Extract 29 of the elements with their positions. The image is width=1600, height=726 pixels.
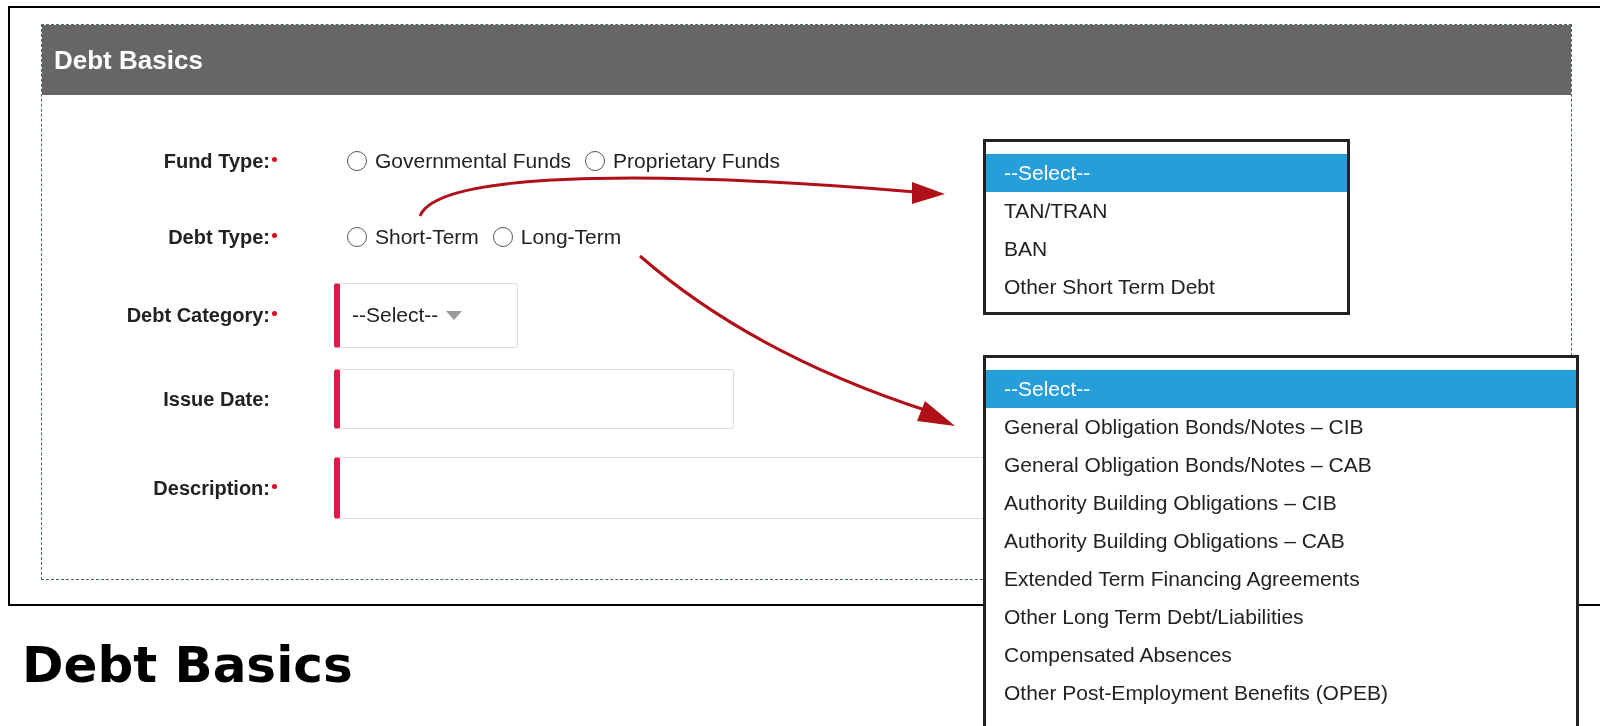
radio-label[interactable]: Governmental Funds: [375, 145, 572, 177]
caret-icon: [446, 310, 463, 320]
select-field[interactable]: --Select--: [334, 282, 518, 348]
dropdown-option[interactable]: Authority Building Obligations – CAB: [986, 522, 1576, 560]
dropdown-option[interactable]: BAN: [986, 230, 1347, 268]
radio-button[interactable]: [347, 151, 367, 171]
field-label: Description:: [153, 476, 270, 501]
radio-button[interactable]: [492, 227, 513, 247]
field-label: Debt Category:: [126, 303, 270, 328]
dropdown-option[interactable]: General Obligation Bonds/Notes – CAB: [986, 446, 1576, 484]
dropdown-option[interactable]: Compensated Absences: [986, 636, 1576, 674]
dropdown-option[interactable]: Other Long Term Debt/Liabilities: [986, 598, 1576, 636]
dropdown-option[interactable]: General Obligation Bonds/Notes – CIB: [986, 408, 1576, 446]
dropdown-option[interactable]: Other Short Term Debt: [986, 268, 1347, 306]
dropdown-option[interactable]: Other Post-Employment Benefits (OPEB): [986, 674, 1576, 712]
dropdown-option[interactable]: Extended Term Financing Agreements: [986, 560, 1576, 598]
dropdown-option[interactable]: Authority Building Obligations – CIB: [986, 484, 1576, 522]
dropdown-option[interactable]: TAN/TRAN: [986, 192, 1347, 230]
radio-button[interactable]: [585, 151, 606, 171]
page-heading: Debt Basics: [22, 640, 353, 690]
panel-title: Debt Basics: [42, 25, 1571, 95]
radio-label[interactable]: Short-Term: [375, 221, 479, 253]
field-label: Fund Type:: [163, 149, 270, 174]
field-label: Debt Type:: [168, 225, 270, 250]
radio-label[interactable]: Proprietary Funds: [613, 145, 780, 177]
radio-button[interactable]: [347, 227, 367, 247]
input-field[interactable]: [334, 369, 734, 429]
field-label: Issue Date:: [163, 387, 270, 412]
radio-label[interactable]: Long-Term: [520, 221, 622, 253]
